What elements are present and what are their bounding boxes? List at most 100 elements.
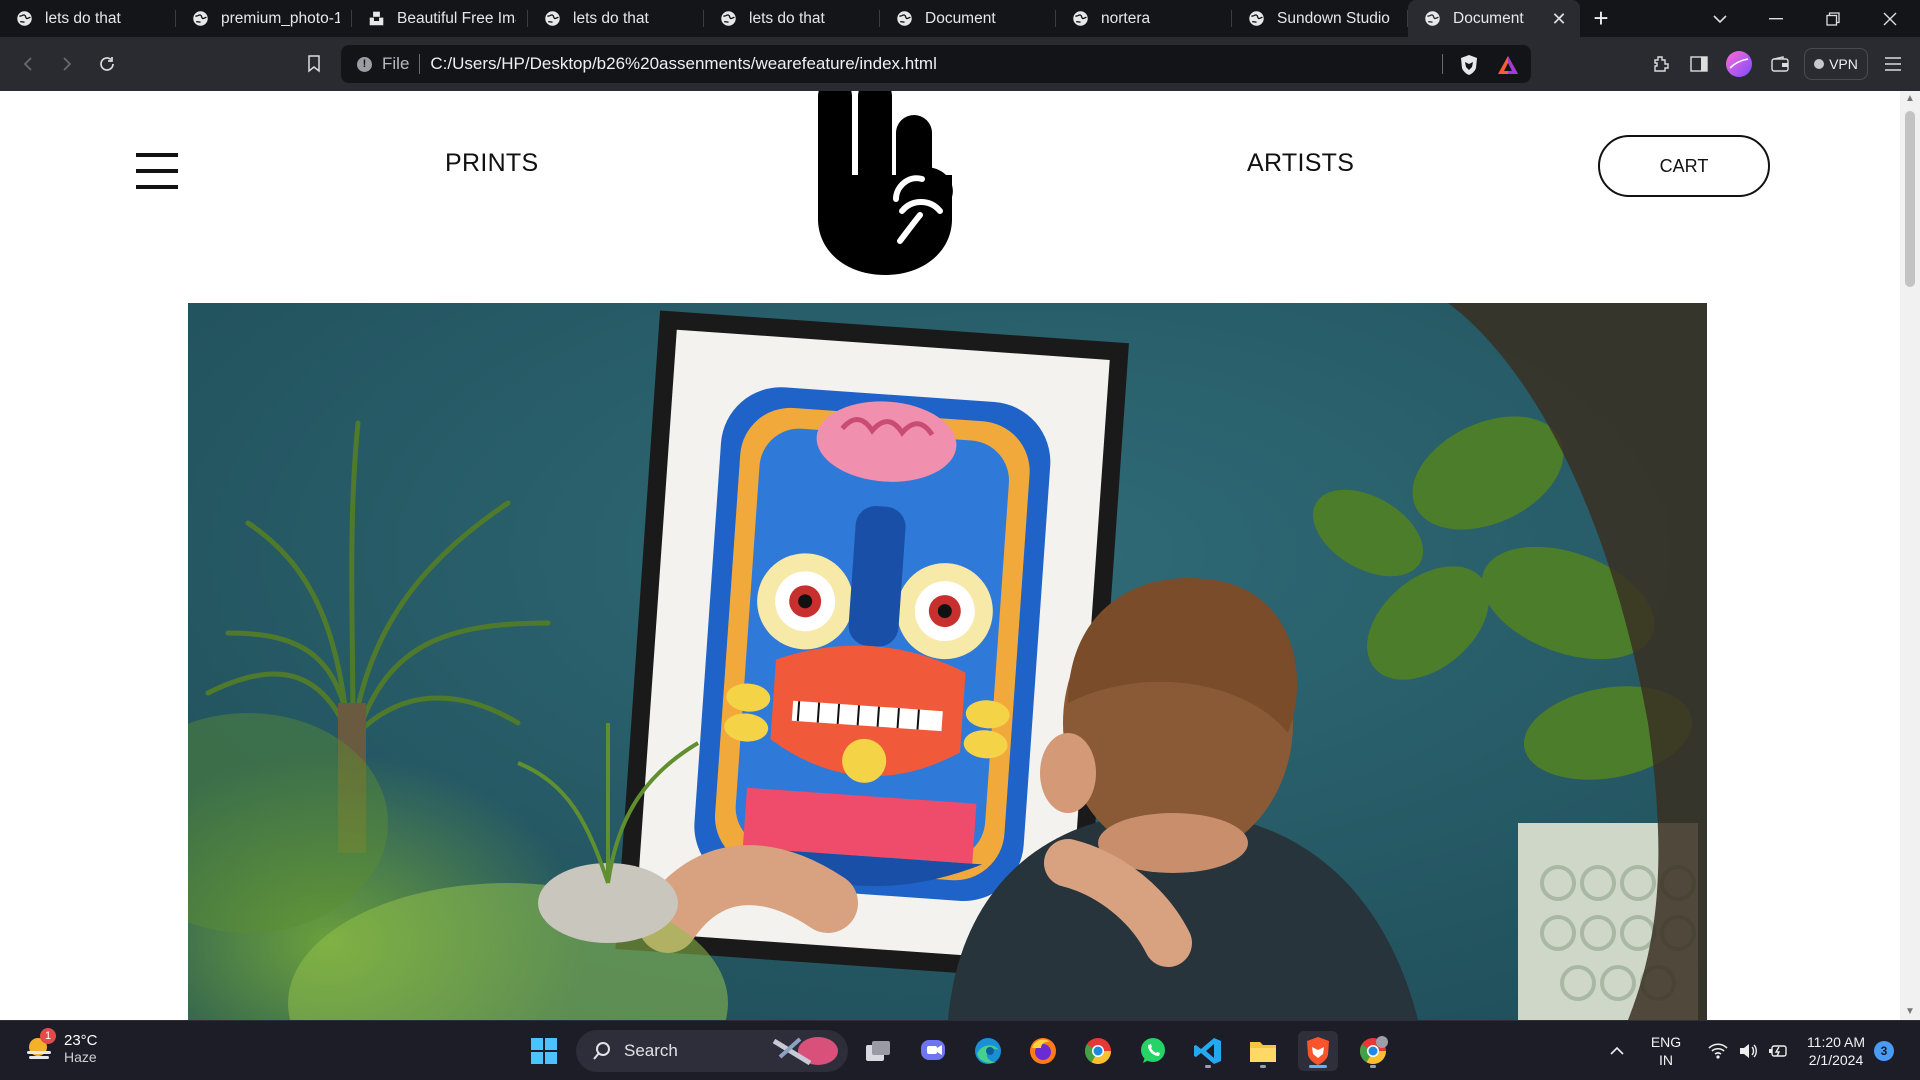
hero-image bbox=[188, 303, 1707, 1020]
tab-title: lets do that bbox=[749, 9, 825, 27]
scroll-thumb[interactable] bbox=[1905, 111, 1915, 287]
omnibox-divider-right bbox=[1442, 54, 1443, 74]
vpn-label: VPN bbox=[1829, 56, 1858, 72]
whatsapp-icon[interactable] bbox=[1133, 1031, 1173, 1071]
extensions-icon[interactable] bbox=[1645, 48, 1677, 80]
edge-icon[interactable] bbox=[968, 1031, 1008, 1071]
clock[interactable]: 11:20 AM 2/1/2024 bbox=[1800, 1033, 1872, 1069]
tab-title: Document bbox=[925, 9, 996, 27]
tab-5[interactable]: Document bbox=[880, 0, 1056, 37]
notification-badge[interactable]: 3 bbox=[1874, 1041, 1894, 1061]
profile-avatar[interactable] bbox=[1723, 48, 1755, 80]
chrome-dev-icon[interactable] bbox=[1353, 1031, 1393, 1071]
vpn-button[interactable]: VPN bbox=[1804, 48, 1868, 80]
weather-temp: 23°C bbox=[64, 1031, 98, 1049]
globe-icon bbox=[545, 11, 560, 26]
globe-icon bbox=[1249, 11, 1264, 26]
hamburger-line bbox=[136, 185, 178, 189]
tab-2[interactable]: Beautiful Free Imag bbox=[352, 0, 528, 37]
tab-7[interactable]: Sundown Studio bbox=[1232, 0, 1408, 37]
vpn-status-icon bbox=[1814, 59, 1825, 69]
mask-artwork bbox=[694, 387, 1051, 901]
search-highlight-icon bbox=[772, 1037, 838, 1066]
tab-0[interactable]: lets do that bbox=[0, 0, 176, 37]
tab-8-active[interactable]: Document ✕ bbox=[1408, 0, 1580, 37]
windows-taskbar: 1 23°C Haze Search ENG IN 11:20 AM 2/1/2… bbox=[0, 1020, 1920, 1080]
hamburger-line bbox=[136, 153, 178, 157]
tab-6[interactable]: nortera bbox=[1056, 0, 1232, 37]
hamburger-menu-button[interactable] bbox=[136, 153, 178, 189]
tab-title: Document bbox=[1453, 9, 1524, 27]
system-tray-cluster[interactable] bbox=[1700, 1031, 1796, 1071]
teams-chat-icon[interactable] bbox=[913, 1031, 953, 1071]
minimize-icon[interactable] bbox=[1748, 0, 1804, 37]
restore-icon[interactable] bbox=[1805, 0, 1861, 37]
volume-icon bbox=[1740, 1044, 1757, 1058]
tab-strip: lets do that premium_photo-17 Beautiful … bbox=[0, 0, 1920, 37]
windows-start-icon[interactable] bbox=[524, 1031, 564, 1071]
globe-icon bbox=[1425, 11, 1440, 26]
close-tab-icon[interactable]: ✕ bbox=[1550, 10, 1568, 28]
tab-title: lets do that bbox=[45, 9, 121, 27]
globe-icon bbox=[193, 11, 208, 26]
brave-shields-icon[interactable] bbox=[1459, 54, 1479, 76]
site-info-icon[interactable]: ! bbox=[357, 56, 372, 72]
unsplash-icon bbox=[369, 11, 384, 26]
hand-peace-logo-icon[interactable] bbox=[812, 91, 958, 275]
taskbar-search[interactable]: Search bbox=[576, 1030, 848, 1072]
language-code: ENG bbox=[1650, 1034, 1682, 1050]
tab-title: Beautiful Free Imag bbox=[397, 9, 516, 27]
language-region: IN bbox=[1659, 1052, 1673, 1068]
brave-rewards-icon[interactable] bbox=[1497, 55, 1519, 75]
address-bar[interactable]: ! File C:/Users/HP/Desktop/b26%20assenme… bbox=[341, 45, 1531, 83]
close-window-icon[interactable] bbox=[1862, 0, 1918, 37]
battery-icon bbox=[1769, 1045, 1787, 1057]
menu-icon[interactable] bbox=[1877, 48, 1909, 80]
hamburger-line bbox=[136, 169, 178, 173]
scroll-down-icon[interactable]: ▼ bbox=[1905, 1007, 1915, 1017]
weather-condition: Haze bbox=[64, 1048, 97, 1065]
show-hidden-icons-chevron[interactable] bbox=[1603, 1031, 1631, 1071]
running-indicator bbox=[1260, 1065, 1266, 1068]
tab-title: nortera bbox=[1101, 9, 1151, 27]
running-indicator-active bbox=[1309, 1065, 1327, 1068]
page-scrollbar[interactable]: ▲ ▼ bbox=[1900, 91, 1920, 1020]
brave-browser-icon[interactable] bbox=[1298, 1031, 1338, 1071]
reload-icon[interactable] bbox=[91, 48, 123, 80]
search-icon bbox=[593, 1042, 610, 1060]
nav-prints-link[interactable]: PRINTS bbox=[445, 149, 538, 178]
tab-4[interactable]: lets do that bbox=[704, 0, 880, 37]
tab-1[interactable]: premium_photo-17 bbox=[176, 0, 352, 37]
globe-icon bbox=[1073, 11, 1088, 26]
wallet-icon[interactable] bbox=[1764, 48, 1796, 80]
bookmark-icon[interactable] bbox=[298, 48, 330, 80]
weather-alert-badge: 1 bbox=[40, 1028, 56, 1044]
tab-3[interactable]: lets do that bbox=[528, 0, 704, 37]
globe-icon bbox=[897, 11, 912, 26]
new-tab-button[interactable]: + bbox=[1580, 0, 1622, 37]
running-indicator bbox=[1370, 1065, 1376, 1068]
tab-title: lets do that bbox=[573, 9, 649, 27]
weather-haze-icon: 1 bbox=[22, 1028, 56, 1065]
nav-artists-link[interactable]: ARTISTS bbox=[1247, 149, 1354, 178]
web-page: PRINTS ARTISTS CART bbox=[0, 91, 1900, 1020]
chrome-icon[interactable] bbox=[1078, 1031, 1118, 1071]
tab-search-chevron-icon[interactable] bbox=[1692, 0, 1748, 37]
task-view-icon[interactable] bbox=[858, 1031, 898, 1071]
firefox-icon[interactable] bbox=[1023, 1031, 1063, 1071]
back-icon[interactable] bbox=[12, 48, 44, 80]
forward-icon[interactable] bbox=[51, 48, 83, 80]
clock-time: 11:20 AM bbox=[1806, 1034, 1866, 1050]
vscode-icon[interactable] bbox=[1188, 1031, 1228, 1071]
scheme-label: File bbox=[382, 54, 410, 73]
scroll-up-icon[interactable]: ▲ bbox=[1905, 94, 1915, 104]
sidebar-icon[interactable] bbox=[1683, 48, 1715, 80]
file-explorer-icon[interactable] bbox=[1243, 1031, 1283, 1071]
framed-art-photo bbox=[188, 303, 1707, 1020]
language-indicator[interactable]: ENG IN bbox=[1648, 1033, 1684, 1069]
tab-title: Sundown Studio bbox=[1277, 9, 1390, 27]
weather-widget[interactable]: 1 23°C Haze bbox=[22, 1028, 98, 1065]
url-text[interactable]: C:/Users/HP/Desktop/b26%20assenments/wea… bbox=[430, 54, 936, 74]
tab-title: premium_photo-17 bbox=[221, 9, 340, 27]
cart-button[interactable]: CART bbox=[1598, 135, 1770, 197]
